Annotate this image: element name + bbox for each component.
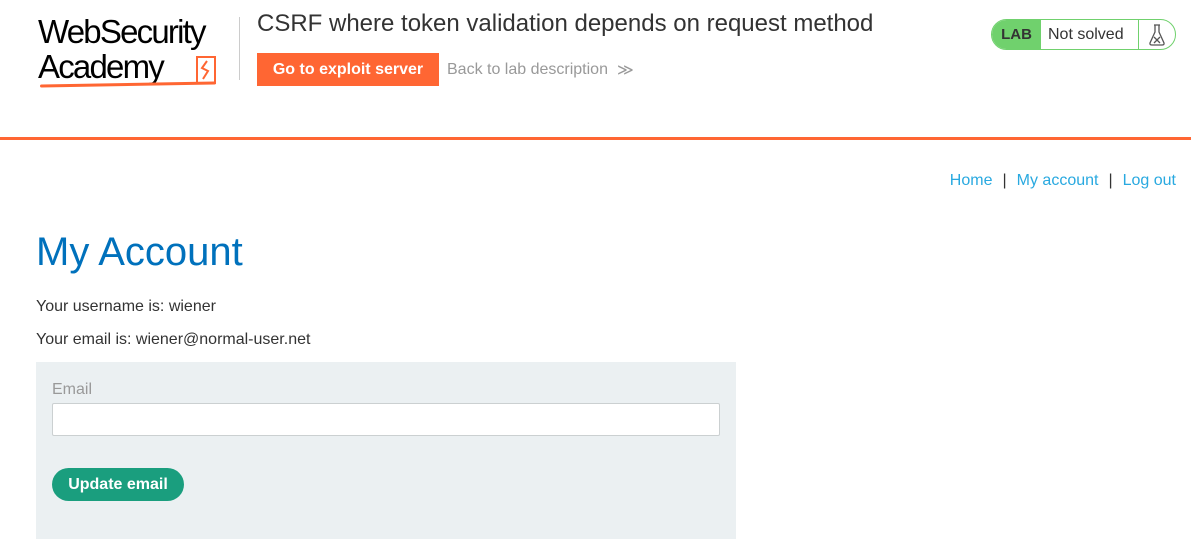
lab-header: WebSecurity Academy CSRF where token val… bbox=[0, 0, 1191, 137]
lab-status-text: Not solved bbox=[1041, 20, 1139, 49]
change-email-form: Email Update email bbox=[36, 362, 736, 539]
page-title: My Account bbox=[36, 230, 243, 274]
lab-tag: LAB bbox=[992, 20, 1041, 49]
update-email-button[interactable]: Update email bbox=[52, 468, 184, 501]
email-info: Your email is: wiener@normal-user.net bbox=[36, 331, 311, 348]
header-rule bbox=[0, 137, 1191, 140]
double-chevron-right-icon: ≫ bbox=[616, 62, 634, 79]
username-info: Your username is: wiener bbox=[36, 298, 216, 315]
header-divider bbox=[239, 17, 240, 80]
nav-my-account-link[interactable]: My account bbox=[1017, 172, 1099, 190]
web-security-academy-logo[interactable]: WebSecurity Academy bbox=[38, 14, 240, 88]
lab-status-badge: LAB Not solved bbox=[991, 19, 1176, 50]
top-navigation: Home | My account | Log out bbox=[950, 172, 1176, 190]
logo-bolt-icon bbox=[196, 56, 216, 84]
flask-icon bbox=[1139, 20, 1175, 49]
email-field[interactable] bbox=[52, 403, 720, 436]
nav-home-link[interactable]: Home bbox=[950, 172, 993, 190]
back-link-label: Back to lab description bbox=[447, 61, 608, 78]
nav-logout-link[interactable]: Log out bbox=[1123, 172, 1176, 190]
back-to-lab-description-link[interactable]: Back to lab description ≫ bbox=[447, 60, 634, 80]
email-field-label: Email bbox=[52, 381, 93, 398]
nav-separator: | bbox=[1108, 172, 1113, 189]
exploit-server-button[interactable]: Go to exploit server bbox=[257, 53, 439, 86]
lab-title: CSRF where token validation depends on r… bbox=[257, 10, 874, 37]
nav-separator: | bbox=[1002, 172, 1007, 189]
logo-text-line2: Academy bbox=[38, 48, 165, 85]
logo-text-line1: WebSecurity bbox=[38, 13, 206, 50]
